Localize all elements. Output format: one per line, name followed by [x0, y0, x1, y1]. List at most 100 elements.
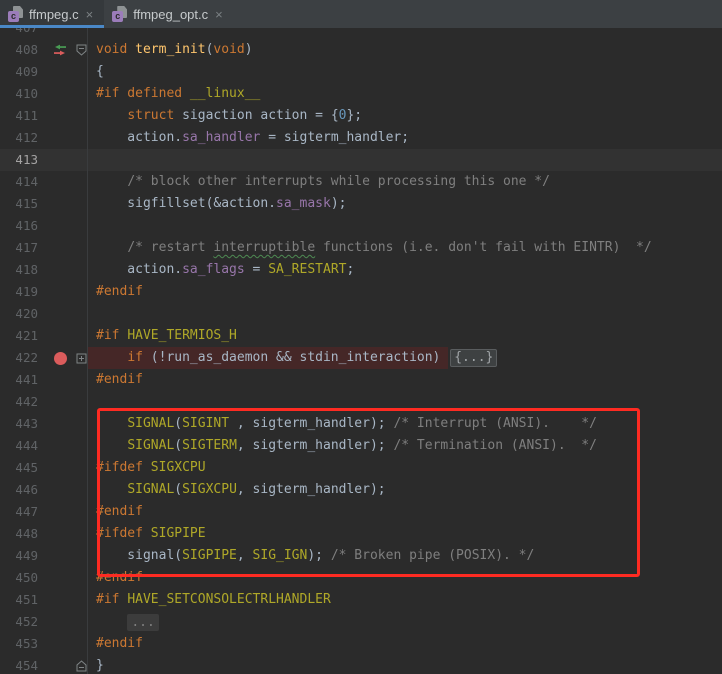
code-token: 0	[339, 105, 347, 127]
line-number[interactable]: 421	[0, 325, 38, 347]
code-token: sigaction action = {	[174, 105, 338, 127]
line-number[interactable]: 453	[0, 633, 38, 655]
code-token	[96, 413, 127, 435]
line-number[interactable]: 448	[0, 523, 38, 545]
code-line-text[interactable]: /* block other interrupts while processi…	[87, 171, 722, 193]
code-token	[119, 589, 127, 611]
code-token: #endif	[96, 501, 143, 523]
line-number[interactable]: 443	[0, 413, 38, 435]
code-line-text[interactable]	[87, 215, 722, 237]
code-line-text[interactable]: SIGNAL(SIGXCPU, sigterm_handler);	[87, 479, 722, 501]
code-line: 413	[0, 149, 722, 171]
code-token: SIGTERM	[182, 435, 237, 457]
line-number[interactable]: 452	[0, 611, 38, 633]
close-icon[interactable]: ×	[84, 7, 96, 22]
line-number[interactable]: 411	[0, 105, 38, 127]
code-token: );	[331, 193, 347, 215]
line-number[interactable]: 413	[0, 149, 38, 171]
fold-expand-icon[interactable]	[76, 353, 87, 364]
code-line-text[interactable]: action.sa_handler = sigterm_handler;	[87, 127, 722, 149]
code-line-text[interactable]: #if HAVE_TERMIOS_H	[87, 325, 722, 347]
line-number[interactable]: 422	[0, 347, 38, 369]
code-line-text[interactable]: signal(SIGPIPE, SIG_IGN); /* Broken pipe…	[87, 545, 722, 567]
code-line-text[interactable]	[87, 391, 722, 413]
vcs-arrows-icon[interactable]	[44, 44, 76, 56]
code-token: (!run_as_daemon && stdin_interaction)	[143, 347, 448, 369]
line-number[interactable]: 419	[0, 281, 38, 303]
code-line-text[interactable]: #ifdef SIGPIPE	[87, 523, 722, 545]
tab-ffmpeg-opt-c[interactable]: c ffmpeg_opt.c ×	[104, 0, 234, 28]
code-line: 412 action.sa_handler = sigterm_handler;	[0, 127, 722, 149]
code-line-text[interactable]: /* restart interruptible functions (i.e.…	[87, 237, 722, 259]
code-line: 416	[0, 215, 722, 237]
code-token: sa_flags	[182, 259, 245, 281]
line-number[interactable]: 409	[0, 61, 38, 83]
line-number[interactable]: 449	[0, 545, 38, 567]
line-number[interactable]: 454	[0, 655, 38, 674]
code-line-text[interactable]	[87, 303, 722, 325]
code-line-text[interactable]: #if HAVE_SETCONSOLECTRLHANDLER	[87, 589, 722, 611]
close-icon[interactable]: ×	[213, 7, 225, 22]
line-number[interactable]: 451	[0, 589, 38, 611]
line-number[interactable]: 445	[0, 457, 38, 479]
code-line-text[interactable]: SIGNAL(SIGTERM, sigterm_handler); /* Ter…	[87, 435, 722, 457]
code-token: #endif	[96, 369, 143, 391]
line-number[interactable]: 415	[0, 193, 38, 215]
line-number[interactable]: 446	[0, 479, 38, 501]
line-number[interactable]: 412	[0, 127, 38, 149]
line-number[interactable]: 408	[0, 39, 38, 61]
line-number[interactable]: 407	[0, 28, 38, 39]
line-number[interactable]: 416	[0, 215, 38, 237]
code-token: SIGNAL	[127, 413, 174, 435]
code-line-text[interactable]: #endif	[87, 369, 722, 391]
code-line-text[interactable]: #endif	[87, 633, 722, 655]
c-file-icon: c	[112, 6, 128, 22]
tab-ffmpeg-c[interactable]: c ffmpeg.c ×	[0, 0, 104, 28]
code-token	[96, 105, 127, 127]
code-line-text[interactable]: #endif	[87, 567, 722, 589]
code-token: HAVE_SETCONSOLECTRLHANDLER	[127, 589, 331, 611]
editor-tab-bar: c ffmpeg.c × c ffmpeg_opt.c ×	[0, 0, 722, 28]
line-number[interactable]: 450	[0, 567, 38, 589]
code-line-text[interactable]	[87, 28, 722, 39]
code-line-text[interactable]: action.sa_flags = SA_RESTART;	[87, 259, 722, 281]
line-number[interactable]: 420	[0, 303, 38, 325]
line-number[interactable]: 444	[0, 435, 38, 457]
code-line-text[interactable]: if (!run_as_daemon && stdin_interaction)…	[87, 347, 722, 369]
breakpoint-icon[interactable]	[44, 352, 76, 365]
code-line-text[interactable]: void term_init(void)	[87, 39, 722, 61]
code-line-text[interactable]	[87, 149, 722, 171]
code-token: SIGPIPE	[182, 545, 237, 567]
line-number[interactable]: 418	[0, 259, 38, 281]
code-line: 420	[0, 303, 722, 325]
line-number[interactable]: 414	[0, 171, 38, 193]
code-editor[interactable]: 407408 void term_init(void) 409 {410 #if def…	[0, 28, 722, 674]
code-line-text[interactable]: {	[87, 61, 722, 83]
code-line-text[interactable]: sigfillset(&action.sa_mask);	[87, 193, 722, 215]
code-line-text[interactable]: #endif	[87, 501, 722, 523]
code-token	[96, 611, 127, 633]
code-token: #endif	[96, 281, 143, 303]
line-number[interactable]: 441	[0, 369, 38, 391]
line-number[interactable]: 447	[0, 501, 38, 523]
fold-collapse-bottom-icon[interactable]	[76, 660, 87, 672]
code-token: , sigterm_handler);	[237, 479, 386, 501]
code-line-text[interactable]: #ifdef SIGXCPU	[87, 457, 722, 479]
code-token[interactable]: ...	[127, 614, 158, 631]
code-token: struct	[127, 105, 174, 127]
folded-code-placeholder[interactable]: {...}	[450, 349, 497, 367]
code-line-text[interactable]: ...	[87, 611, 722, 633]
code-token: SIGINT	[182, 413, 229, 435]
fold-collapse-top-icon[interactable]	[76, 44, 87, 56]
line-number[interactable]: 410	[0, 83, 38, 105]
code-token	[182, 83, 190, 105]
line-number[interactable]: 442	[0, 391, 38, 413]
code-line-text[interactable]: #if defined __linux__	[87, 83, 722, 105]
code-line-text[interactable]: }	[87, 655, 722, 674]
code-token: #ifdef	[96, 457, 143, 479]
code-line-text[interactable]: #endif	[87, 281, 722, 303]
code-line: 447 #endif	[0, 501, 722, 523]
line-number[interactable]: 417	[0, 237, 38, 259]
code-line-text[interactable]: struct sigaction action = {0};	[87, 105, 722, 127]
code-line-text[interactable]: SIGNAL(SIGINT , sigterm_handler); /* Int…	[87, 413, 722, 435]
